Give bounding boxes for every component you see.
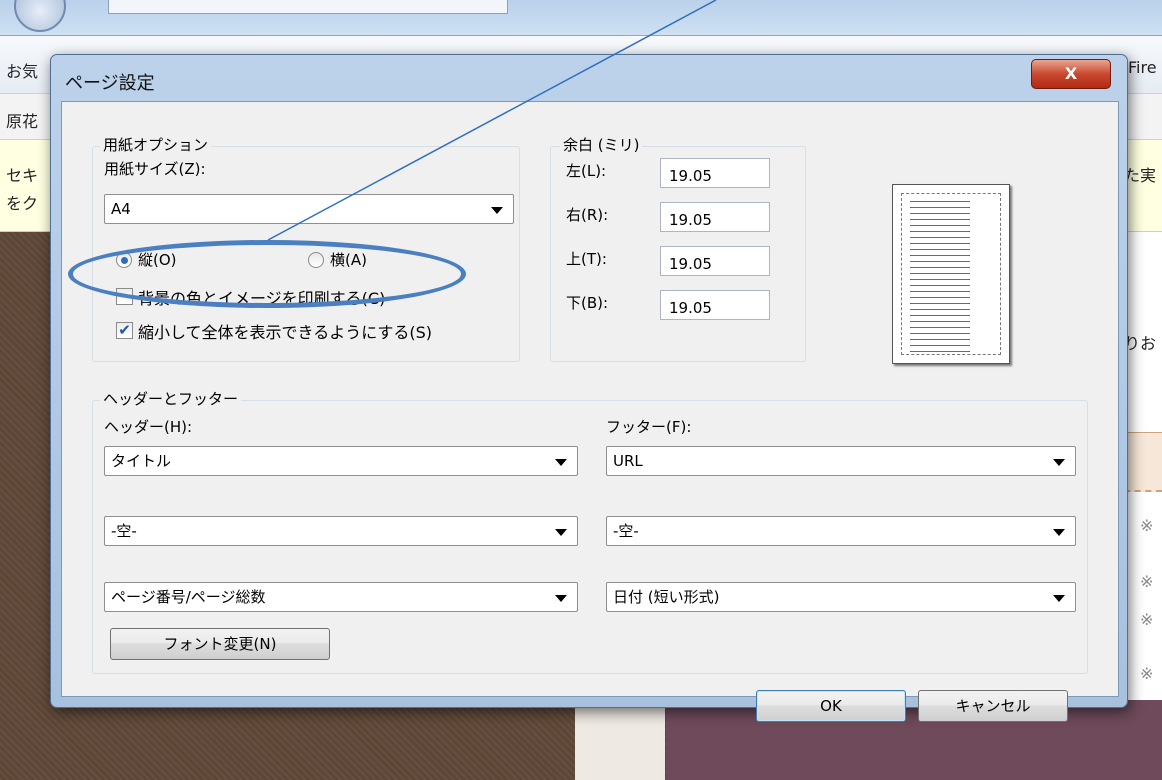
annotation-pointer-line — [267, 0, 717, 241]
annotation-highlight-ellipse — [68, 240, 466, 308]
annotation-overlay — [267, 0, 717, 241]
